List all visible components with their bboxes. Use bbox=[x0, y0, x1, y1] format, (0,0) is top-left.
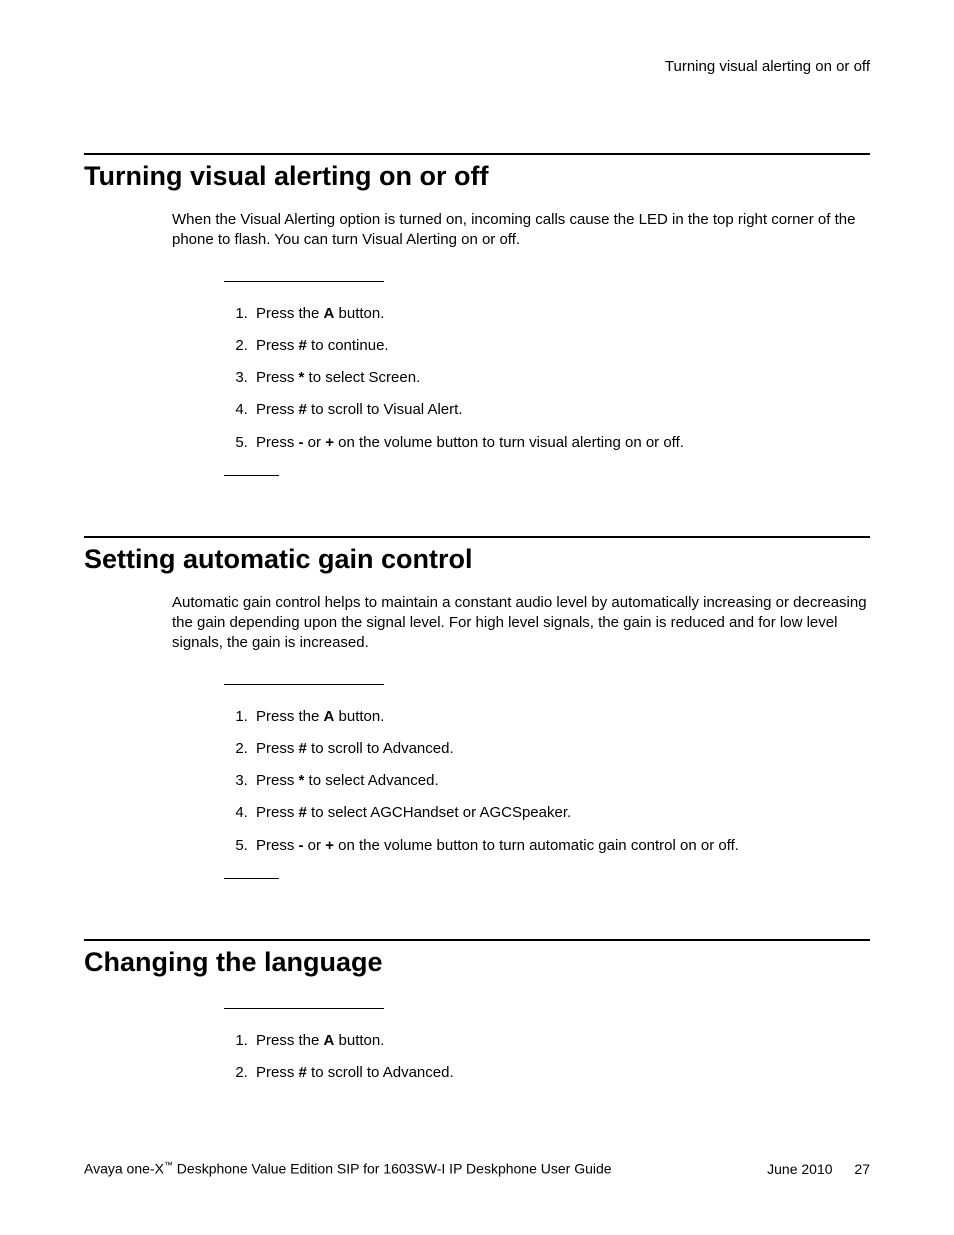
footer-product: Avaya one-X™ Deskphone Value Edition SIP… bbox=[84, 1160, 612, 1177]
trademark-icon: ™ bbox=[164, 1160, 173, 1170]
step-item: Press - or + on the volume button to tur… bbox=[252, 836, 870, 856]
step-item: Press the A button. bbox=[252, 304, 870, 324]
section-intro: Automatic gain control helps to maintain… bbox=[172, 593, 870, 654]
footer-right: June 2010 27 bbox=[767, 1161, 870, 1177]
page-footer: Avaya one-X™ Deskphone Value Edition SIP… bbox=[84, 1160, 870, 1177]
running-header: Turning visual alerting on or off bbox=[84, 58, 870, 75]
step-item: Press the A button. bbox=[252, 1031, 870, 1051]
footer-product-prefix: Avaya one-X bbox=[84, 1161, 164, 1177]
footer-page-number: 27 bbox=[854, 1161, 870, 1177]
section-rule bbox=[84, 536, 870, 538]
steps-rule-top bbox=[224, 684, 384, 685]
step-item: Press * to select Advanced. bbox=[252, 771, 870, 791]
footer-date: June 2010 bbox=[767, 1161, 832, 1177]
step-item: Press * to select Screen. bbox=[252, 368, 870, 388]
steps-list: Press the A button. Press # to continue.… bbox=[224, 304, 870, 453]
section-rule bbox=[84, 939, 870, 941]
steps-rule-top bbox=[224, 281, 384, 282]
steps-list: Press the A button. Press # to scroll to… bbox=[224, 1031, 870, 1084]
section-language: Changing the language Press the A button… bbox=[84, 939, 870, 1084]
section-rule bbox=[84, 153, 870, 155]
section-agc: Setting automatic gain control Automatic… bbox=[84, 536, 870, 879]
step-item: Press - or + on the volume button to tur… bbox=[252, 433, 870, 453]
step-item: Press the A button. bbox=[252, 707, 870, 727]
step-item: Press # to scroll to Visual Alert. bbox=[252, 400, 870, 420]
steps-list: Press the A button. Press # to scroll to… bbox=[224, 707, 870, 856]
steps-rule-bottom bbox=[224, 475, 279, 476]
step-item: Press # to scroll to Advanced. bbox=[252, 739, 870, 759]
section-heading: Turning visual alerting on or off bbox=[84, 161, 870, 192]
section-heading: Changing the language bbox=[84, 947, 870, 978]
section-visual-alerting: Turning visual alerting on or off When t… bbox=[84, 153, 870, 476]
steps-rule-top bbox=[224, 1008, 384, 1009]
step-item: Press # to scroll to Advanced. bbox=[252, 1063, 870, 1083]
steps-rule-bottom bbox=[224, 878, 279, 879]
section-intro: When the Visual Alerting option is turne… bbox=[172, 210, 870, 251]
section-heading: Setting automatic gain control bbox=[84, 544, 870, 575]
step-item: Press # to continue. bbox=[252, 336, 870, 356]
footer-product-suffix: Deskphone Value Edition SIP for 1603SW-I… bbox=[173, 1161, 612, 1177]
step-item: Press # to select AGCHandset or AGCSpeak… bbox=[252, 803, 870, 823]
